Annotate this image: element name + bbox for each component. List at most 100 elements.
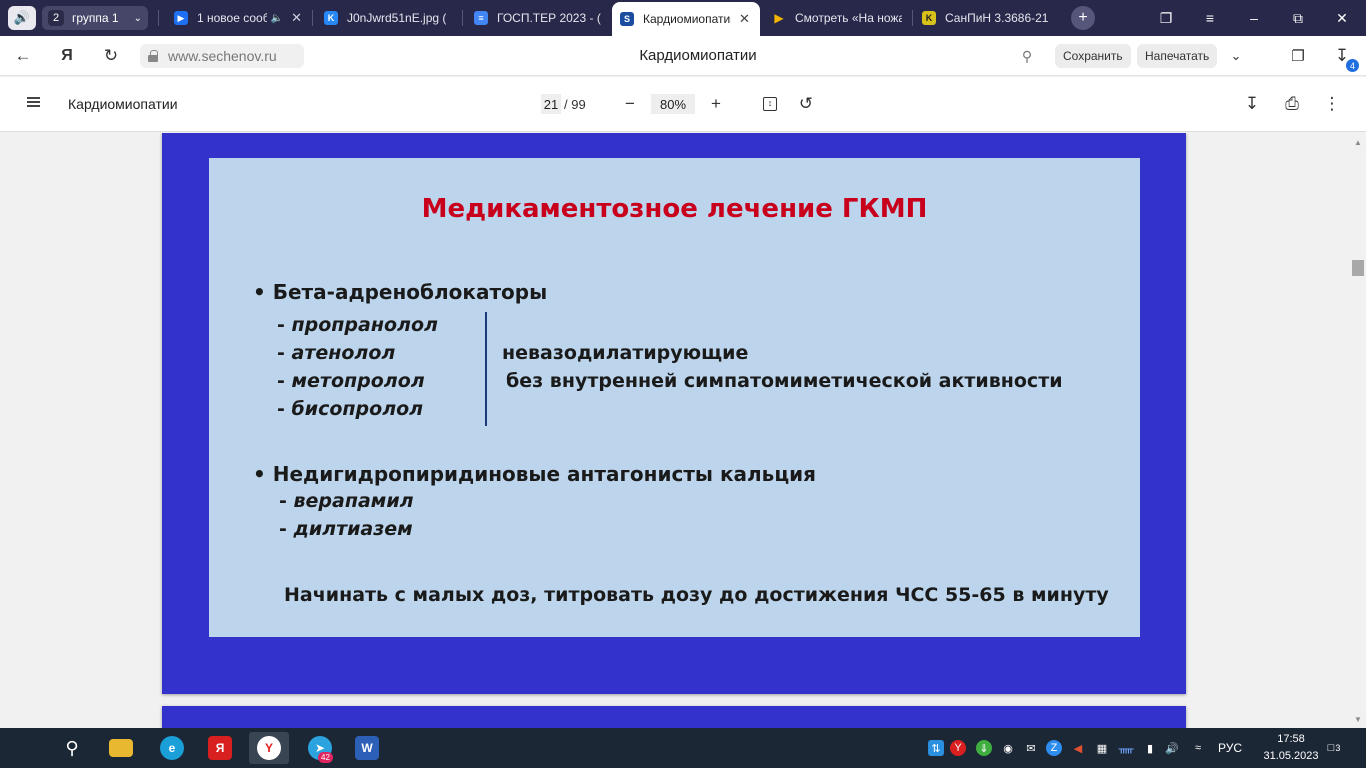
hamburger-menu-icon[interactable]	[27, 97, 40, 107]
tab-manager-icon[interactable]: ❐	[1154, 8, 1178, 28]
reload-icon[interactable]: ↻	[100, 45, 122, 67]
tray-messenger-icon[interactable]: ✉	[1023, 740, 1039, 756]
fit-page-icon[interactable]: ↕	[758, 92, 782, 116]
page-title: Кардиомиопатии	[639, 47, 757, 64]
downloads-badge: 4	[1346, 59, 1359, 72]
bookmarks-icon[interactable]: ❐	[1287, 45, 1309, 67]
tab-video[interactable]: ▶ Смотреть «На ножа	[764, 4, 910, 32]
browser-tabstrip: 🔊 2 группа 1 ⌄ ▶ 1 новое сообщение 🔈 ✕ K…	[0, 0, 1366, 36]
scrollbar[interactable]	[1350, 133, 1366, 728]
bullet-heading: Бета-адреноблокаторы	[272, 280, 548, 304]
new-tab-button[interactable]: +	[1071, 6, 1095, 30]
page-number-input[interactable]	[541, 94, 561, 114]
bullet-dot: •	[253, 280, 273, 304]
tab-message[interactable]: ▶ 1 новое сообщение 🔈 ✕	[166, 4, 310, 32]
tab-group-pill[interactable]: 2 группа 1 ⌄	[42, 6, 148, 30]
bullet-item: • Бета-адреноблокаторы	[253, 280, 547, 304]
close-window-button[interactable]: ✕	[1330, 8, 1354, 28]
browser-menu-icon[interactable]: ≡	[1198, 8, 1222, 28]
sechenov-icon: S	[620, 12, 634, 26]
language-indicator[interactable]: РУС	[1218, 741, 1242, 755]
lock-icon	[148, 50, 158, 62]
bluetooth-icon[interactable]: ᚅ	[1118, 740, 1134, 756]
bullet-heading: Недигидропиридиновые антагонисты кальция	[272, 462, 817, 486]
yandex-logo-icon[interactable]: Я	[56, 45, 78, 67]
tab-group-label: группа 1	[72, 11, 119, 25]
download-icon[interactable]: ↧	[1240, 92, 1264, 116]
tab-group-count: 2	[48, 10, 64, 26]
docs-icon: ≡	[474, 11, 488, 25]
volume-icon[interactable]: 🔊	[1164, 740, 1180, 756]
tray-security-icon[interactable]: ▦	[1094, 740, 1110, 756]
bracket-note: без внутренней симпатомиметической актив…	[506, 370, 1063, 392]
pdf-viewer[interactable]: Медикаментозное лечение ГКМП • Бета-адре…	[0, 133, 1366, 728]
drug-item: - метопролол	[277, 370, 425, 392]
pdf-toolbar: Кардиомиопатии / 99 − + ↕ ↺ ↧ ⎙ ⋮	[0, 77, 1366, 132]
close-icon[interactable]: ✕	[291, 10, 302, 26]
slide-title: Медикаментозное лечение ГКМП	[421, 194, 928, 224]
slide-content-panel: Медикаментозное лечение ГКМП • Бета-адре…	[209, 158, 1140, 637]
more-options-icon[interactable]: ⋮	[1320, 92, 1344, 116]
video-icon: ▶	[774, 11, 784, 25]
clock-date[interactable]: 31.05.2023	[1253, 750, 1329, 762]
scroll-thumb[interactable]	[1352, 260, 1364, 276]
speaker-icon: 🔈	[270, 12, 284, 24]
chevron-down-icon: ⌄	[133, 12, 142, 24]
drug-item: - бисопролол	[277, 398, 424, 420]
drug-item: - верапамил	[279, 490, 414, 512]
bullet-dot: •	[253, 462, 273, 486]
tab-google-doc[interactable]: ≡ ГОСП.ТЕР 2023 - (	[466, 4, 610, 32]
pdf-document-title: Кардиомиопатии	[68, 96, 178, 112]
tray-camera-icon[interactable]: ◉	[1000, 740, 1016, 756]
back-arrow-icon[interactable]: ←	[12, 45, 34, 67]
audio-tab-icon[interactable]: 🔊	[8, 6, 36, 30]
tab-sanpin[interactable]: K СанПиН 3.3686-21	[914, 4, 1058, 32]
scroll-up-icon[interactable]: ▲	[1352, 137, 1364, 147]
battery-icon[interactable]: ▮	[1142, 740, 1158, 756]
restore-button[interactable]: ⧉	[1286, 8, 1310, 28]
tray-zoom-icon[interactable]: Z	[1046, 740, 1062, 756]
tray-yandex-icon[interactable]: Y	[950, 740, 966, 756]
search-icon[interactable]: ⚲	[52, 732, 92, 764]
tray-anydesk-icon[interactable]: ◀	[1070, 740, 1086, 756]
tab-vk-image[interactable]: K J0nJwrd51nE.jpg (	[316, 4, 460, 32]
notifications-icon[interactable]: □ 3	[1324, 738, 1344, 758]
bullet-item: • Недигидропиридиновые антагонисты кальц…	[253, 462, 816, 486]
yandex-browser-icon[interactable]: Y	[249, 732, 289, 764]
url-text: www.sechenov.ru	[168, 48, 277, 64]
save-button[interactable]: Сохранить	[1055, 44, 1131, 68]
zoom-level-input[interactable]	[651, 94, 695, 114]
notifications-count: 3	[1335, 743, 1341, 753]
slide-page: Медикаментозное лечение ГКМП • Бета-адре…	[162, 133, 1186, 694]
windows-start-icon[interactable]	[4, 732, 44, 764]
file-explorer-icon[interactable]	[101, 732, 141, 764]
address-bar: ← Я ↻ www.sechenov.ru Кардиомиопатии ⚲ С…	[0, 36, 1366, 76]
edge-icon[interactable]: e	[152, 732, 192, 764]
print-button[interactable]: Напечатать	[1137, 44, 1218, 68]
drug-item: - атенолол	[277, 342, 396, 364]
tray-app-icon[interactable]: ⇅	[928, 740, 944, 756]
word-icon[interactable]: W	[347, 732, 387, 764]
tab-active-cardiomyopathy[interactable]: S Кардиомиопатии ✕	[612, 2, 760, 36]
print-icon[interactable]: ⎙	[1280, 92, 1304, 116]
wifi-icon[interactable]: ≈	[1190, 740, 1206, 756]
vk-icon: K	[324, 11, 338, 25]
zoom-in-icon[interactable]: +	[704, 92, 728, 116]
url-field[interactable]: www.sechenov.ru	[140, 44, 304, 68]
tab-separator	[912, 10, 913, 26]
chevron-down-icon[interactable]: ⌄	[1225, 45, 1247, 67]
next-slide-page	[162, 706, 1186, 728]
play-icon: ▶	[174, 11, 188, 25]
bracket-note: невазодилатирующие	[502, 342, 749, 364]
close-icon[interactable]: ✕	[739, 11, 750, 27]
tray-torrent-icon[interactable]: ⇓	[976, 740, 992, 756]
yandex-icon[interactable]: Я	[200, 732, 240, 764]
tab-separator	[462, 10, 463, 26]
rotate-icon[interactable]: ↺	[794, 92, 818, 116]
search-icon[interactable]: ⚲	[1016, 45, 1038, 67]
zoom-out-icon[interactable]: −	[618, 92, 642, 116]
clock-time[interactable]: 17:58	[1266, 733, 1316, 745]
scroll-down-icon[interactable]: ▼	[1352, 714, 1364, 724]
minimize-button[interactable]: –	[1242, 8, 1266, 28]
drug-item: - пропранолол	[277, 314, 438, 336]
